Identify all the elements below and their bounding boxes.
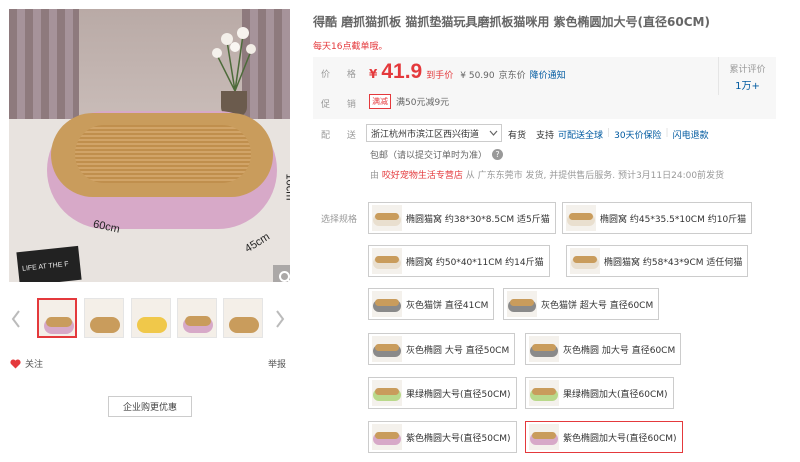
currency-symbol: ¥ [369,67,378,81]
address-selector[interactable]: 浙江杭州市滨江区西兴街道 [366,124,502,142]
spec-option-label: 椭圆猫窝 约38*30*8.5CM 适5斤猫 [406,214,550,225]
flower-vase-illustration [212,27,256,92]
thumbnail-prev-button[interactable] [9,307,23,331]
spec-option-label: 紫色椭圆加大号(直径60CM) [563,433,677,444]
free-shipping-text: 包邮（请以提交订单时为准） [370,151,488,161]
thumbnail-1[interactable] [37,298,77,338]
book-illustration: LIFE AT THE F [16,245,82,282]
spec-thumbnail [507,291,537,317]
thumbnail-3[interactable] [131,298,171,338]
enterprise-purchase-button[interactable]: 企业购更优惠 [108,396,192,417]
thumbnail-next-button[interactable] [273,307,287,331]
spec-label: 选择规格 [321,215,358,225]
price-drop-notify-link[interactable]: 降价通知 [530,68,566,81]
spec-option[interactable]: 灰色猫饼 直径41CM [368,288,495,320]
dimension-height: 10cm [283,173,290,201]
heart-icon [10,358,21,368]
review-count[interactable]: 1万+ [719,77,776,92]
spec-thumbnail [566,205,596,231]
spec-thumbnail [529,380,559,406]
divider: | [665,128,669,138]
spec-option-label: 灰色椭圆 大号 直径50CM [406,345,510,356]
follow-button[interactable]: 关注 [10,357,43,370]
spec-option[interactable]: 椭圆窝 约45*35.5*10CM 约10斤猫 [562,202,753,234]
final-price: 41.9 [381,60,423,83]
spec-thumbnail [372,336,402,362]
thumbnail-2[interactable] [84,298,124,338]
promo-label: 促 销 [321,100,363,110]
spec-thumbnail [529,336,559,362]
spec-option-label: 椭圆窝 约45*35.5*10CM 约10斤猫 [600,214,747,225]
store-link[interactable]: 咬好宠物生活专营店 [382,171,463,181]
shipping-options: 有货 支持 可配送全球 | 30天价保险 | 闪电退款 [508,128,709,141]
follow-label: 关注 [25,360,44,370]
report-link[interactable]: 举报 [268,357,286,370]
final-price-tag: 到手价 [426,71,454,81]
price-label: 价 格 [321,70,363,80]
spec-option-label: 果绿椭圆加大(直径60CM) [563,389,668,400]
chevron-down-icon [489,130,498,136]
cutoff-notice: 每天16点截单哦。 [313,42,388,52]
jd-price-label: 京东价 [498,71,526,81]
product-title: 得酷 磨抓猫抓板 猫抓垫猫玩具磨抓板猫咪用 紫色椭圆加大号(直径60CM) [313,15,710,29]
spec-option[interactable]: 椭圆猫窝 约38*30*8.5CM 适5斤猫 [368,202,556,234]
review-label: 累计评价 [729,65,766,75]
free-shipping-row: 包邮（请以提交订单时为准） ? [370,148,504,161]
global-shipping-link[interactable]: 可配送全球 [558,128,603,141]
spec-option-selected[interactable]: 紫色椭圆加大号(直径60CM) [525,421,683,453]
stock-status: 有货 [508,131,527,141]
chevron-left-icon [11,310,20,328]
spec-option[interactable]: 灰色猫饼 超大号 直径60CM [503,288,660,320]
seller-row: 由 咬好宠物生活专营店 从 广东东莞市 发货, 并提供售后服务. 预计3月11日… [370,168,724,181]
price-panel: 价 格 ¥ 41.9 到手价 ¥ 50.90 京东价 降价通知 促 销 满减 满… [313,57,776,119]
zoom-button[interactable] [273,265,290,282]
spec-option-label: 椭圆窝 约50*40*11CM 约14斤猫 [406,257,544,268]
spec-option-label: 椭圆猫窝 约58*43*9CM 适任何猫 [604,257,743,268]
promo-row: 满减 满50元减9元 [369,94,449,109]
spec-option-label: 紫色椭圆大号(直径50CM) [406,433,511,444]
spec-option-label: 灰色猫饼 直径41CM [406,300,489,311]
spec-option[interactable]: 果绿椭圆大号(直径50CM) [368,377,517,409]
spec-option[interactable]: 灰色椭圆 大号 直径50CM [368,333,516,365]
thumbnail-strip [9,296,290,342]
seller-suffix: 从 广东东莞市 发货, 并提供售后服务. 预计3月11日24:00前发货 [465,171,725,181]
spec-option[interactable]: 椭圆窝 约50*40*11CM 约14斤猫 [368,245,550,277]
price-row: ¥ 41.9 到手价 ¥ 50.90 京东价 降价通知 [369,60,566,84]
magnifier-icon [279,271,290,282]
address-value: 浙江杭州市滨江区西兴街道 [371,130,480,140]
promo-text: 满50元减9元 [396,98,450,108]
fast-refund-link[interactable]: 闪电退款 [673,128,709,141]
spec-thumbnail [372,291,402,317]
scratcher-bed-illustration [47,111,277,229]
spec-thumbnail [372,248,402,274]
spec-thumbnail [570,248,600,274]
promo-badge: 满减 [369,94,391,109]
spec-thumbnail [372,205,402,231]
thumbnail-5[interactable] [223,298,263,338]
review-summary[interactable]: 累计评价 1万+ [718,57,776,95]
book-text: LIFE AT THE F [21,260,69,273]
main-product-image[interactable]: LIFE AT THE F 60cm 45cm 10cm [9,9,290,282]
spec-option[interactable]: 紫色椭圆大号(直径50CM) [368,421,517,453]
spec-option[interactable]: 椭圆猫窝 约58*43*9CM 适任何猫 [566,245,749,277]
chevron-right-icon [276,310,285,328]
spec-option-label: 灰色椭圆 加大号 直径60CM [563,345,676,356]
price-insurance-link[interactable]: 30天价保险 [614,128,661,141]
spec-thumbnail [372,380,402,406]
jd-price: ¥ 50.90 [460,71,495,81]
support-label: 支持 [536,131,555,141]
spec-option-label: 灰色猫饼 超大号 直径60CM [541,300,654,311]
help-icon[interactable]: ? [492,149,504,160]
divider: | [607,128,611,138]
spec-option[interactable]: 灰色椭圆 加大号 直径60CM [525,333,682,365]
spec-option[interactable]: 果绿椭圆加大(直径60CM) [525,377,674,409]
spec-option-label: 果绿椭圆大号(直径50CM) [406,389,511,400]
spec-thumbnail [372,424,402,450]
spec-thumbnail [529,424,559,450]
thumbnail-4[interactable] [177,298,217,338]
seller-prefix: 由 [370,171,380,181]
